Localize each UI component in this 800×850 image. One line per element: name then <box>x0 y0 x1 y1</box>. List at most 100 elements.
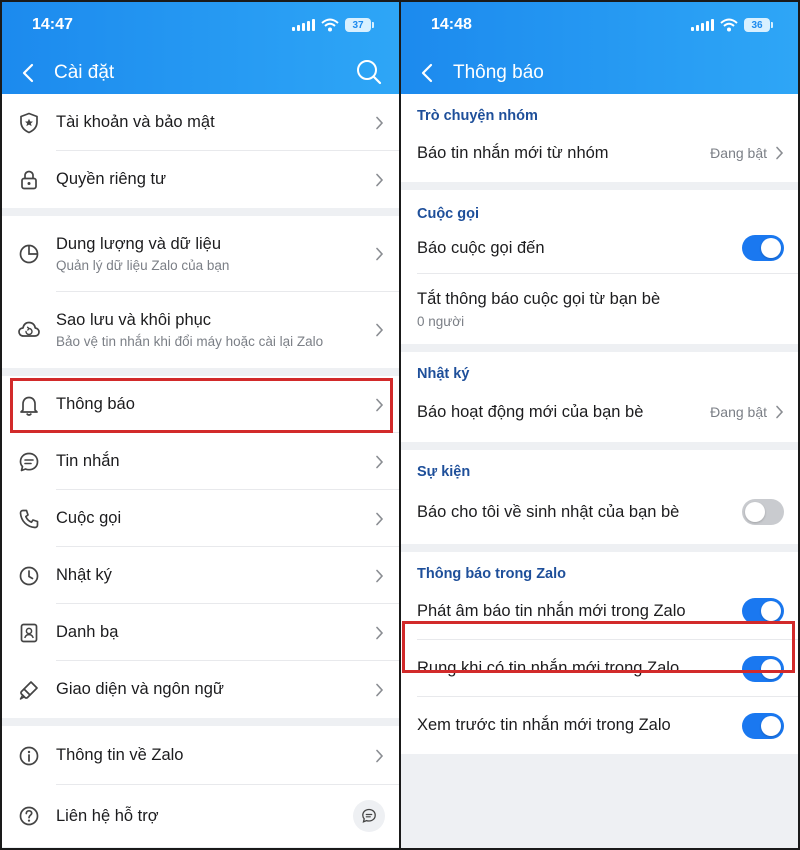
settings-item-messages[interactable]: Tin nhắn <box>2 433 399 490</box>
settings-item-account-security[interactable]: Tài khoản và bảo mật <box>2 94 399 151</box>
settings-item-diary[interactable]: Nhật ký <box>2 547 399 604</box>
settings-group-features: Thông báo Tin nhắn Cuộc gọi Nhật ký Danh… <box>2 376 399 718</box>
settings-item-label: Giao diện và ngôn ngữ <box>56 680 224 698</box>
wifi-icon <box>321 18 339 32</box>
chat-bubble-icon <box>362 808 376 823</box>
section-gap <box>2 368 399 376</box>
settings-item-about-zalo[interactable]: Thông tin về Zalo <box>2 726 399 785</box>
support-chat-button[interactable] <box>353 800 385 832</box>
chevron-right-icon <box>375 116 383 129</box>
chevron-right-icon <box>375 455 383 468</box>
notif-row-message-sound[interactable]: Phát âm báo tin nhắn mới trong Zalo <box>401 582 798 640</box>
settings-item-label: Nhật ký <box>56 566 112 584</box>
section-heading: Trò chuyện nhóm <box>401 94 798 124</box>
notif-row-label: Phát âm báo tin nhắn mới trong Zalo <box>417 601 686 620</box>
notif-row-friend-activity[interactable]: Báo hoạt động mới của bạn bè Đang bật <box>401 382 798 442</box>
notif-section-events: Sự kiện Báo cho tôi về sinh nhật của bạn… <box>401 450 798 544</box>
lock-icon <box>21 170 37 189</box>
section-heading: Nhật ký <box>401 352 798 382</box>
battery-icon: 36 <box>744 18 773 32</box>
contacts-icon <box>20 623 38 642</box>
settings-item-privacy[interactable]: Quyền riêng tư <box>2 151 399 208</box>
status-time: 14:47 <box>32 16 73 33</box>
settings-item-label: Liên hệ hỗ trợ <box>56 806 159 825</box>
battery-icon: 37 <box>345 18 374 32</box>
notif-row-group-messages[interactable]: Báo tin nhắn mới từ nhóm Đang bật <box>401 124 798 182</box>
wifi-icon <box>720 18 738 32</box>
back-button[interactable] <box>2 56 54 90</box>
notif-row-label: Báo hoạt động mới của bạn bè <box>417 402 644 421</box>
notif-row-label: Báo tin nhắn mới từ nhóm <box>417 143 609 162</box>
status-time: 14:48 <box>431 16 472 33</box>
page-title: Thông báo <box>453 62 544 83</box>
signal-icon <box>691 19 714 31</box>
settings-item-label: Cuộc gọi <box>56 509 122 527</box>
settings-item-contacts[interactable]: Danh bạ <box>2 604 399 661</box>
phone-icon <box>19 509 39 528</box>
settings-header: 14:47 37 Cài đặt <box>2 2 399 94</box>
back-button[interactable] <box>401 56 453 90</box>
bell-icon <box>20 396 38 416</box>
settings-item-appearance[interactable]: Giao diện và ngôn ngữ <box>2 661 399 718</box>
settings-item-storage[interactable]: Dung lượng và dữ liệu Quản lý dữ liệu Za… <box>2 216 399 292</box>
incoming-calls-toggle[interactable] <box>742 235 784 261</box>
settings-item-label: Thông báo <box>56 395 135 413</box>
notif-row-label: Xem trước tin nhắn mới trong Zalo <box>417 716 671 734</box>
chevron-right-icon <box>375 173 383 186</box>
vibrate-toggle[interactable] <box>742 655 784 682</box>
notif-section-calls: Cuộc gọi Báo cuộc gọi đến Tắt thông báo … <box>401 190 798 344</box>
notif-row-incoming-calls[interactable]: Báo cuộc gọi đến <box>401 222 798 274</box>
shield-star-icon <box>20 112 38 133</box>
status-text: Đang bật <box>710 404 767 420</box>
pie-chart-icon <box>19 244 39 264</box>
settings-item-description: Bảo vệ tin nhắn khi đổi máy hoặc cài lại… <box>56 334 324 349</box>
signal-icon <box>292 19 315 31</box>
notif-row-birthdays[interactable]: Báo cho tôi về sinh nhật của bạn bè <box>401 480 798 544</box>
chevron-right-icon <box>375 683 383 696</box>
status-bar: 14:47 37 <box>2 16 399 38</box>
settings-item-backup[interactable]: Sao lưu và khôi phục Bảo vệ tin nhắn khi… <box>2 292 399 368</box>
settings-group-account: Tài khoản và bảo mật Quyền riêng tư <box>2 94 399 208</box>
notif-section-in-app: Thông báo trong Zalo Phát âm báo tin nhắ… <box>401 552 798 754</box>
status-text: Đang bật <box>710 145 767 161</box>
settings-item-label: Sao lưu và khôi phục <box>56 311 212 329</box>
section-gap <box>401 442 798 450</box>
paintbrush-icon <box>19 680 38 700</box>
page-title: Cài đặt <box>54 62 115 83</box>
settings-item-label: Dung lượng và dữ liệu <box>56 235 221 253</box>
settings-item-label: Tin nhắn <box>56 452 120 470</box>
section-heading: Cuộc gọi <box>401 190 798 222</box>
settings-item-calls[interactable]: Cuộc gọi <box>2 490 399 547</box>
settings-item-description: Quản lý dữ liệu Zalo của bạn <box>56 258 230 273</box>
chevron-right-icon <box>375 323 383 337</box>
help-icon <box>19 806 39 826</box>
notif-row-mute-friend-calls[interactable]: Tắt thông báo cuộc gọi từ bạn bè 0 người <box>401 274 798 344</box>
chevron-left-icon <box>421 63 433 83</box>
section-gap <box>401 344 798 352</box>
notif-row-vibrate[interactable]: Rung khi có tin nhắn mới trong Zalo <box>401 640 798 697</box>
preview-toggle[interactable] <box>742 712 784 739</box>
notif-row-label: Báo cuộc gọi đến <box>417 238 545 257</box>
panel-divider <box>399 0 401 850</box>
settings-group-about: Thông tin về Zalo Liên hệ hỗ trợ <box>2 726 399 847</box>
birthday-toggle[interactable] <box>742 499 784 525</box>
search-button[interactable] <box>355 58 385 88</box>
settings-item-support[interactable]: Liên hệ hỗ trợ <box>2 785 399 847</box>
notif-row-preview[interactable]: Xem trước tin nhắn mới trong Zalo <box>401 697 798 754</box>
notif-row-label: Rung khi có tin nhắn mới trong Zalo <box>417 659 680 677</box>
notif-section-group-chat: Trò chuyện nhóm Báo tin nhắn mới từ nhóm… <box>401 94 798 182</box>
section-heading: Thông báo trong Zalo <box>401 552 798 582</box>
chevron-right-icon <box>375 512 383 525</box>
notif-row-label: Tắt thông báo cuộc gọi từ bạn bè <box>417 289 661 308</box>
settings-item-notifications[interactable]: Thông báo <box>2 376 399 433</box>
settings-item-label: Thông tin về Zalo <box>56 746 184 764</box>
chevron-left-icon <box>22 63 34 83</box>
cloud-restore-icon <box>18 321 40 337</box>
settings-screen: 14:47 37 Cài đặt Tài khoản và bảo mật Qu… <box>2 2 399 848</box>
chevron-right-icon <box>375 398 383 411</box>
section-gap <box>401 182 798 190</box>
notification-header: 14:48 36 Thông báo <box>401 2 798 94</box>
settings-group-data: Dung lượng và dữ liệu Quản lý dữ liệu Za… <box>2 216 399 368</box>
info-icon <box>19 746 39 765</box>
message-sound-toggle[interactable] <box>742 598 784 624</box>
